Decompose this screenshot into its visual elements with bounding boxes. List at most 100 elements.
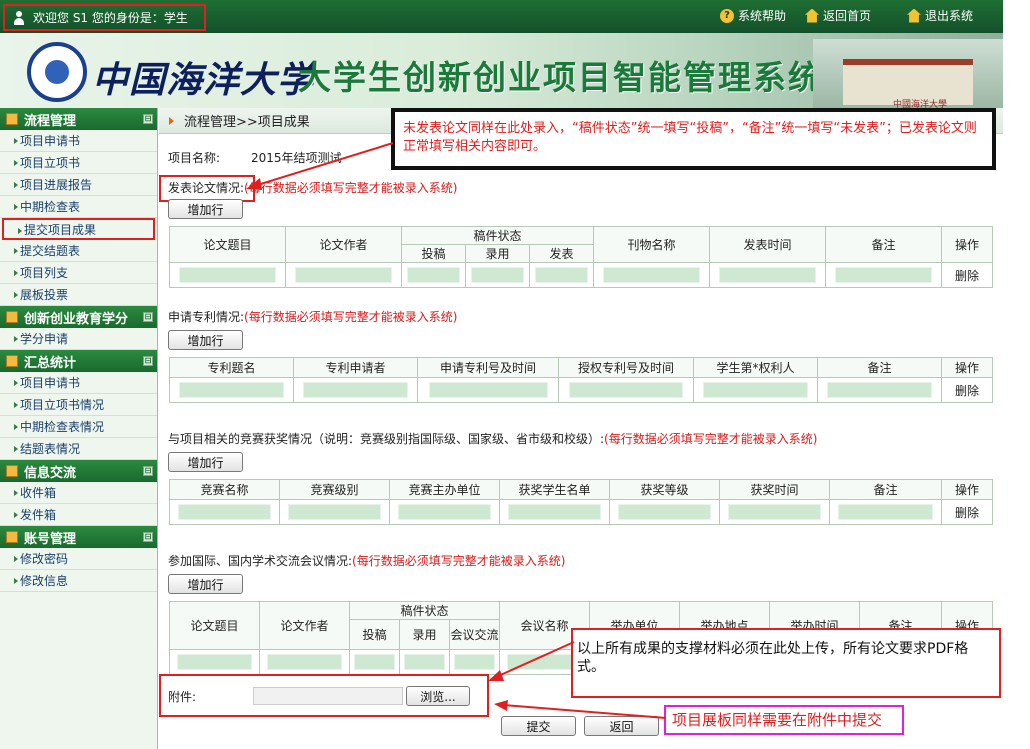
- sidebar-item-progress-report[interactable]: 项目进展报告: [0, 174, 157, 196]
- text-field[interactable]: [176, 654, 253, 670]
- folder-icon: [6, 311, 18, 323]
- text-field[interactable]: [728, 504, 821, 520]
- menu-group-messages[interactable]: 信息交流 ⊟: [0, 460, 157, 482]
- collapse-icon[interactable]: ⊟: [143, 532, 153, 542]
- sidebar-item-stat-establishment[interactable]: 项目立项书情况: [0, 394, 157, 416]
- col-header: 备注: [825, 226, 943, 263]
- text-field[interactable]: [179, 382, 284, 398]
- folder-icon: [6, 531, 18, 543]
- collapse-icon[interactable]: ⊟: [143, 312, 153, 322]
- text-field[interactable]: [618, 504, 711, 520]
- menu-group-label: 流程管理: [24, 113, 77, 129]
- collapse-icon[interactable]: ⊟: [143, 114, 153, 124]
- text-field[interactable]: [353, 654, 396, 670]
- sidebar-item-application[interactable]: 项目申请书: [0, 130, 157, 152]
- menu-group-label: 汇总统计: [24, 355, 77, 371]
- text-field[interactable]: [428, 382, 548, 398]
- papers-title-text: 发表论文情况:: [168, 181, 245, 195]
- patents-table: 专利题名 专利申请者 申请专利号及时间 授权专利号及时间 学生第*权利人 备注 …: [169, 357, 993, 403]
- menu-group-label: 创新创业教育学分: [24, 311, 129, 327]
- menu-group-statistics[interactable]: 汇总统计 ⊟: [0, 350, 157, 372]
- col-header: 备注: [829, 479, 942, 500]
- text-field[interactable]: [508, 504, 601, 520]
- sidebar-item-change-password[interactable]: 修改密码: [0, 548, 157, 570]
- text-field[interactable]: [470, 267, 525, 283]
- project-name-label: 项目名称:: [168, 151, 221, 165]
- sidebar-item-submit-final[interactable]: 提交结题表: [0, 240, 157, 262]
- text-field[interactable]: [569, 382, 683, 398]
- text-field[interactable]: [266, 654, 343, 670]
- sidebar-item-establishment[interactable]: 项目立项书: [0, 152, 157, 174]
- col-subheader: 录用: [465, 244, 530, 263]
- col-header: 获奖时间: [719, 479, 830, 500]
- menu-group-process[interactable]: 流程管理 ⊟: [0, 108, 157, 130]
- sidebar-item-stat-final[interactable]: 结题表情况: [0, 438, 157, 460]
- text-field[interactable]: [834, 267, 933, 283]
- home-icon: [805, 8, 819, 23]
- delete-link[interactable]: 删除: [941, 377, 993, 403]
- menu-group-label: 账号管理: [24, 531, 77, 547]
- text-field[interactable]: [827, 382, 932, 398]
- add-award-row-button[interactable]: 增加行: [168, 452, 243, 472]
- sidebar-item-submit-results[interactable]: 提交项目成果: [2, 218, 155, 240]
- col-header: 获奖等级: [609, 479, 720, 500]
- text-field[interactable]: [718, 267, 817, 283]
- awards-title: 与项目相关的竞赛获奖情况（说明：竞赛级别指国际级、国家级、省市级和校级）:(每行…: [168, 430, 817, 447]
- help-icon: ?: [720, 8, 734, 23]
- sidebar-item-expenses[interactable]: 项目列支: [0, 262, 157, 284]
- sidebar-item-midterm-check[interactable]: 中期检查表: [0, 196, 157, 218]
- attachment-annotation-note: 以上所有成果的支撑材料必须在此处上传，所有论文要求PDF格式。: [571, 628, 1001, 698]
- required-note: (每行数据必须填写完整才能被录入系统): [604, 432, 818, 446]
- text-field[interactable]: [838, 504, 933, 520]
- col-header: 论文作者: [259, 601, 350, 650]
- help-label: 系统帮助: [738, 9, 787, 23]
- campus-building-image: [813, 39, 1003, 108]
- sidebar-item-stat-midterm[interactable]: 中期检查表情况: [0, 416, 157, 438]
- table-row: 删除: [169, 262, 994, 288]
- menu-group-credits[interactable]: 创新创业教育学分 ⊟: [0, 306, 157, 328]
- logout-label: 退出系统: [925, 9, 974, 23]
- text-field[interactable]: [303, 382, 408, 398]
- delete-link[interactable]: 删除: [941, 262, 994, 288]
- user-icon: [13, 10, 25, 25]
- text-field[interactable]: [178, 504, 271, 520]
- sidebar-item-credit-apply[interactable]: 学分申请: [0, 328, 157, 350]
- browse-button[interactable]: 浏览...: [406, 686, 470, 706]
- add-patent-row-button[interactable]: 增加行: [168, 330, 243, 350]
- add-paper-row-button[interactable]: 增加行: [168, 199, 243, 219]
- collapse-icon[interactable]: ⊟: [143, 356, 153, 366]
- text-field[interactable]: [602, 267, 701, 283]
- sidebar-item-stat-application[interactable]: 项目申请书: [0, 372, 157, 394]
- text-field[interactable]: [703, 382, 808, 398]
- delete-link[interactable]: 删除: [941, 499, 993, 525]
- col-subheader: 录用: [399, 619, 450, 650]
- col-header: 竞赛名称: [169, 479, 280, 500]
- attachment-path-field[interactable]: [253, 687, 403, 705]
- col-header: 操作: [941, 357, 993, 378]
- col-header: 专利申请者: [293, 357, 418, 378]
- board-annotation-arrow: [494, 700, 667, 719]
- text-field[interactable]: [288, 504, 381, 520]
- menu-group-account[interactable]: 账号管理 ⊟: [0, 526, 157, 548]
- welcome-banner: 欢迎您 S1 您的身份是：学生: [3, 4, 206, 31]
- col-header: 论文题目: [169, 226, 286, 263]
- paper-annotation-arrow: [246, 142, 394, 190]
- collapse-icon[interactable]: ⊟: [143, 466, 153, 476]
- sidebar-item-outbox[interactable]: 发件箱: [0, 504, 157, 526]
- text-field[interactable]: [403, 654, 446, 670]
- awards-title-text: 与项目相关的竞赛获奖情况（说明：竞赛级别指国际级、国家级、省市级和校级）:: [168, 432, 605, 446]
- text-field[interactable]: [398, 504, 491, 520]
- text-field[interactable]: [294, 267, 393, 283]
- sidebar-item-board-vote[interactable]: 展板投票: [0, 284, 157, 306]
- text-field[interactable]: [406, 267, 461, 283]
- text-field[interactable]: [534, 267, 589, 283]
- text-field[interactable]: [178, 267, 277, 283]
- home-link[interactable]: 返回首页: [805, 7, 871, 24]
- add-conference-row-button[interactable]: 增加行: [168, 574, 243, 594]
- col-header: 刊物名称: [593, 226, 711, 263]
- logout-link[interactable]: 退出系统: [907, 7, 973, 24]
- sidebar-item-inbox[interactable]: 收件箱: [0, 482, 157, 504]
- help-link[interactable]: ? 系统帮助: [720, 7, 786, 24]
- conferences-title: 参加国际、国内学术交流会议情况:(每行数据必须填写完整才能被录入系统): [168, 552, 565, 569]
- sidebar-item-change-info[interactable]: 修改信息: [0, 570, 157, 592]
